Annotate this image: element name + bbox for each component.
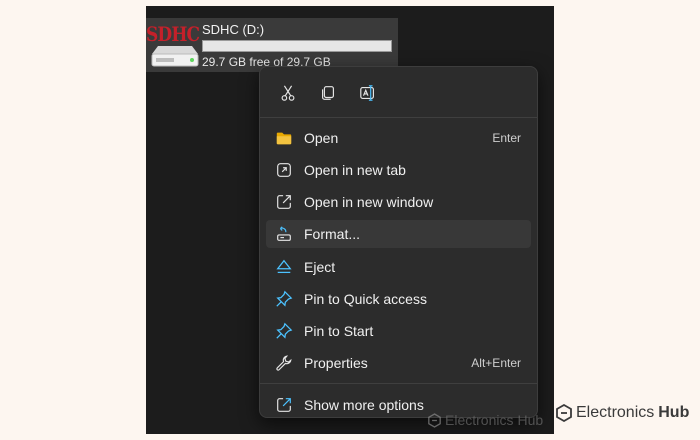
scissors-icon [281, 85, 295, 101]
copy-button[interactable] [312, 77, 344, 109]
menu-item-label: Pin to Quick access [304, 291, 427, 307]
menu-item-eject[interactable]: Eject [266, 253, 531, 281]
menu-item-shortcut: Alt+Enter [471, 356, 521, 370]
electronics-hub-logo-icon [428, 412, 441, 428]
menu-item-label: Open in new tab [304, 162, 406, 178]
menu-item-pin-to-quick-access[interactable]: Pin to Quick access [266, 285, 531, 313]
menu-item-shortcut: Enter [492, 131, 521, 145]
cut-button[interactable] [272, 77, 304, 109]
new-tab-icon [274, 160, 294, 180]
watermark-text: Electronics [445, 412, 514, 428]
folder-icon [274, 128, 294, 148]
menu-item-label: Open in new window [304, 194, 434, 210]
menu-item-format[interactable]: Format... [266, 220, 531, 248]
menu-item-open[interactable]: Open Enter [266, 124, 531, 152]
drive-name: SDHC (D:) [202, 22, 265, 37]
drive-usage-bar [202, 40, 392, 52]
menu-item-label: Format... [304, 226, 361, 242]
pin-icon [274, 289, 294, 309]
watermark: Electronics Hub [556, 404, 689, 422]
watermark-text: Electronics [576, 404, 655, 421]
menu-item-open-in-new-tab[interactable]: Open in new tab [266, 156, 531, 184]
rename-button[interactable] [352, 77, 384, 109]
menu-item-open-in-new-window[interactable]: Open in new window [266, 188, 531, 216]
watermark-text-bold: Hub [517, 412, 544, 428]
copy-icon [322, 86, 334, 100]
menu-item-label: Pin to Start [304, 323, 374, 339]
drive-tile-sdhc[interactable]: SDHC SDHC (D:) 29.7 GB free of 29.7 GB [146, 18, 398, 72]
format-icon [274, 224, 294, 244]
menu-item-label: Properties [304, 355, 368, 371]
menu-item-pin-to-start[interactable]: Pin to Start [266, 317, 531, 345]
menu-item-label: Open [304, 130, 339, 146]
menu-separator [260, 117, 537, 118]
drive-icon [151, 46, 199, 67]
eject-icon [274, 257, 294, 277]
menu-item-label: Show more options [304, 397, 424, 413]
new-window-icon [274, 192, 294, 212]
pin-icon [274, 321, 294, 341]
sdhc-logo: SDHC [146, 22, 200, 46]
context-menu: Open Enter Open in new tab Open in new w… [259, 66, 538, 418]
menu-separator [260, 383, 537, 384]
electronics-hub-logo-icon [556, 404, 572, 422]
rename-icon [360, 85, 374, 101]
quick-actions-row [272, 77, 384, 113]
more-options-icon [274, 395, 294, 415]
watermark-faint: Electronics Hub [428, 412, 543, 428]
watermark-text-bold: Hub [658, 404, 690, 421]
explorer-background: SDHC SDHC (D:) 29.7 GB free of 29.7 GB O… [146, 6, 554, 434]
menu-item-properties[interactable]: Properties Alt+Enter [266, 349, 531, 377]
wrench-icon [274, 353, 294, 373]
menu-item-label: Eject [304, 259, 336, 275]
